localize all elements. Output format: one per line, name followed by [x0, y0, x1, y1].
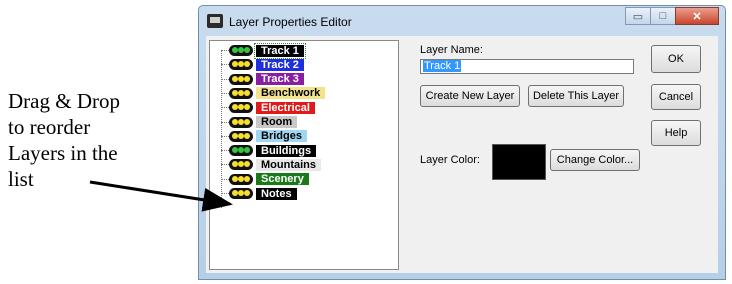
layer-properties-window: Layer Properties Editor ▭ □ ✕ Track 1 Tra… [198, 5, 726, 280]
lamp-dot [244, 147, 250, 154]
dialog-client: Track 1 Track 2 Track 3 Benchwork Electrical… [206, 36, 718, 273]
layer-item[interactable]: Track 3 [221, 73, 304, 86]
tree-branch [221, 78, 229, 80]
layer-name-value: Track 1 [423, 60, 462, 72]
title-bar[interactable]: Layer Properties Editor ▭ □ ✕ [199, 6, 725, 36]
maximize-icon: □ [659, 10, 667, 22]
tree-branch [221, 150, 229, 152]
layer-name-swatch: Bridges [256, 130, 307, 143]
layer-name-swatch: Room [256, 116, 298, 128]
layer-color-swatch [492, 144, 546, 180]
lamp-dot [244, 161, 250, 168]
layer-name-input[interactable]: Track 1 [420, 59, 634, 74]
tree-branch [221, 193, 229, 194]
create-new-layer-button[interactable]: Create New Layer [420, 85, 520, 107]
tree-branch [221, 50, 229, 51]
tree-branch [221, 135, 229, 137]
visibility-lamp-icon[interactable] [229, 59, 253, 71]
visibility-lamp-icon[interactable] [229, 159, 253, 171]
tree-branch [221, 92, 229, 94]
layer-name-swatch: Notes [256, 187, 297, 200]
visibility-lamp-icon[interactable] [229, 73, 253, 85]
layer-name-swatch: Track 1 [254, 42, 306, 59]
layer-item[interactable]: Room [221, 116, 298, 129]
annotation-line: Layers in the [8, 141, 118, 165]
visibility-lamp-icon[interactable] [229, 116, 253, 128]
visibility-lamp-icon[interactable] [229, 87, 253, 99]
layer-name-swatch: Electrical [256, 101, 315, 114]
layer-item[interactable]: Buildings [221, 144, 317, 157]
annotation-text: Drag & Drop to reorder Layers in the lis… [8, 88, 188, 192]
maximize-button[interactable]: □ [650, 7, 676, 25]
annotation-line: to reorder [8, 115, 91, 139]
visibility-lamp-icon[interactable] [229, 145, 253, 157]
layer-item[interactable]: Track 1 [221, 42, 306, 59]
lamp-dot [244, 47, 250, 53]
delete-this-layer-button[interactable]: Delete This Layer [528, 85, 624, 107]
window-title: Layer Properties Editor [229, 15, 352, 29]
minimize-button[interactable]: ▭ [625, 7, 651, 25]
minimize-icon: ▭ [632, 10, 644, 23]
tree-branch [221, 121, 229, 123]
layer-name-swatch: Track 2 [256, 58, 304, 71]
lamp-dot [244, 118, 250, 125]
close-icon: ✕ [692, 10, 702, 23]
visibility-lamp-icon[interactable] [229, 102, 253, 114]
tree-branch [221, 164, 229, 166]
tree-branch [221, 178, 229, 180]
change-color-button[interactable]: Change Color... [550, 149, 640, 171]
layer-list[interactable]: Track 1 Track 2 Track 3 Benchwork Electrical… [209, 40, 399, 270]
lamp-dot [244, 175, 250, 182]
layer-item[interactable]: Scenery [221, 173, 309, 186]
layer-item[interactable]: Benchwork [221, 87, 326, 100]
layer-name-swatch: Benchwork [256, 87, 326, 100]
tree-branch [221, 107, 229, 109]
visibility-lamp-icon[interactable] [229, 173, 253, 185]
layer-item[interactable]: Track 2 [221, 58, 304, 71]
layer-color-label: Layer Color: [420, 154, 480, 166]
layer-item[interactable]: Bridges [221, 130, 307, 143]
visibility-lamp-icon[interactable] [229, 130, 253, 142]
train-icon [207, 14, 223, 28]
ok-button[interactable]: OK [651, 45, 701, 73]
visibility-lamp-icon[interactable] [229, 188, 253, 199]
layer-name-swatch: Mountains [256, 158, 321, 171]
layer-item[interactable]: Notes [221, 187, 297, 200]
visibility-lamp-icon[interactable] [229, 45, 253, 56]
lamp-dot [244, 104, 250, 111]
annotation-line: list [8, 167, 34, 191]
layer-name-swatch: Scenery [256, 173, 309, 186]
lamp-dot [244, 61, 250, 68]
layer-item[interactable]: Mountains [221, 158, 321, 171]
layer-name-swatch: Buildings [256, 144, 317, 157]
layer-name-swatch: Track 3 [256, 73, 304, 86]
close-button[interactable]: ✕ [675, 7, 719, 25]
help-button[interactable]: Help [651, 120, 701, 146]
lamp-dot [244, 89, 250, 96]
tree-branch [221, 64, 229, 66]
layer-item[interactable]: Electrical [221, 101, 315, 114]
window-controls: ▭ □ ✕ [625, 7, 719, 25]
layer-name-label: Layer Name: [420, 44, 483, 56]
lamp-dot [244, 190, 250, 196]
annotation-line: Drag & Drop [8, 89, 120, 113]
lamp-dot [244, 132, 250, 139]
cancel-button[interactable]: Cancel [651, 84, 701, 110]
lamp-dot [244, 75, 250, 82]
